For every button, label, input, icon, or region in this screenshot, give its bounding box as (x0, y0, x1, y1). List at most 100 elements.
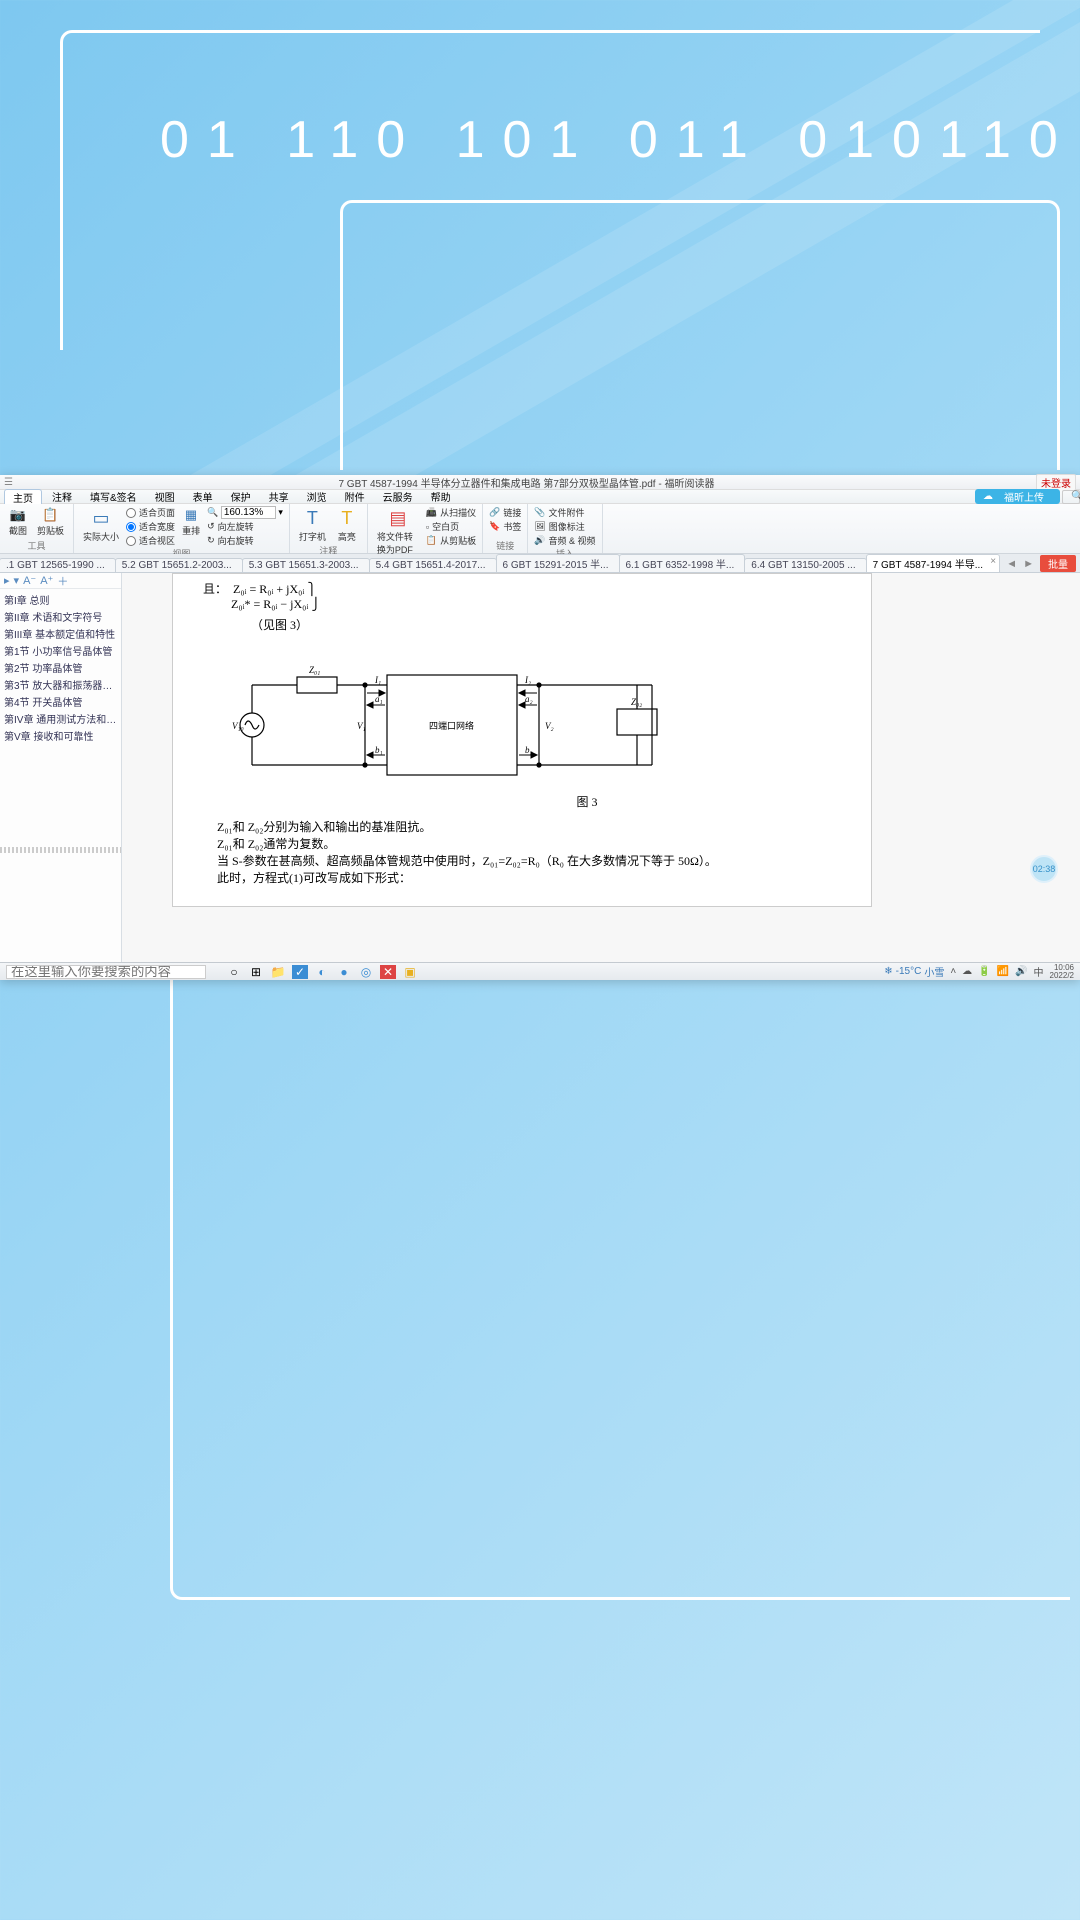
menu-annotate[interactable]: 注释 (44, 489, 80, 504)
doc-tab[interactable]: 6.1 GBT 6352-1998 半... (619, 554, 746, 572)
fit-page-radio[interactable]: 适合页面 (126, 506, 175, 519)
menu-protect[interactable]: 保护 (223, 489, 259, 504)
bm-expand-icon[interactable]: ▸ (4, 574, 10, 587)
weather-widget[interactable]: ❄ -15°C 小雪 (884, 964, 944, 979)
doc-tab[interactable]: 6.4 GBT 13150-2005 ... (744, 558, 866, 572)
rotate-left-button[interactable]: ↺ 向左旋转 (207, 520, 283, 533)
highlight-button[interactable]: T高亮 (333, 506, 361, 544)
tab-nav-right-icon[interactable]: ► (1023, 558, 1034, 570)
taskbar-clock[interactable]: 10:062022/2 (1050, 964, 1074, 980)
highlight-icon: T (336, 507, 358, 529)
zoom-input[interactable] (221, 506, 276, 519)
page-viewport[interactable]: 且： Z₀ᵢ = R₀ᵢ + jX₀ᵢ ⎫ Z₀ᵢ* = R₀ᵢ − jX₀ᵢ … (122, 573, 1080, 963)
pdf-reader-window: ☰ 7 GBT 4587-1994 半导体分立器件和集成电路 第7部分双极型晶体… (0, 475, 1080, 980)
doc-tab[interactable]: 5.4 GBT 15651.4-2017... (369, 558, 497, 572)
menu-home[interactable]: 主页 (4, 489, 42, 505)
menu-help[interactable]: 帮助 (423, 489, 459, 504)
svg-text:I₂: I₂ (524, 675, 531, 685)
explorer-icon[interactable]: 📁 (270, 965, 286, 979)
bookmark-item[interactable]: 第3节 放大器和振荡器用高频功率晶体管 (0, 676, 121, 693)
av-button[interactable]: 🔊 音频 & 视频 (534, 534, 595, 547)
upload-button[interactable]: 福昕上传 (975, 489, 1060, 504)
tray-up-icon[interactable]: ˄ (950, 966, 956, 977)
fit-view-radio[interactable]: 适合视区 (126, 534, 175, 547)
ribbon-group-link: 🔗 链接 🔖 书签 链接 (483, 504, 528, 553)
search-icon[interactable]: 🔍 (1062, 490, 1080, 504)
from-scanner-button[interactable]: 📠 从扫描仪 (426, 506, 476, 519)
blank-page-button[interactable]: ▫ 空白页 (426, 520, 476, 533)
volume-icon[interactable]: 🔊 (1015, 966, 1027, 977)
taskview-icon[interactable]: ⊞ (248, 965, 264, 979)
menu-cloud[interactable]: 云服务 (375, 489, 421, 504)
bookmark-button[interactable]: 🔖 书签 (489, 520, 521, 533)
bookmark-item[interactable]: 第V章 接收和可靠性 (0, 727, 121, 744)
menu-attach[interactable]: 附件 (337, 489, 373, 504)
bm-text-smaller-icon[interactable]: A⁻ (23, 574, 36, 587)
rotate-right-button[interactable]: ↻ 向右旋转 (207, 534, 283, 547)
menu-view[interactable]: 视图 (147, 489, 183, 504)
battery-icon[interactable]: 🔋 (978, 966, 990, 977)
bm-add-icon[interactable]: ＋ (57, 573, 68, 589)
login-status[interactable]: 未登录 (1036, 474, 1076, 491)
svg-text:V₁: V₁ (357, 721, 366, 731)
ribbon-group-view: ▭实际大小 适合页面 适合宽度 适合视区 ▦重排 🔍 ▾ ↺ 向左旋转 ↻ 向右… (74, 504, 290, 553)
bookmark-item[interactable]: 第4节 开关晶体管 (0, 693, 121, 710)
doc-tab-active[interactable]: 7 GBT 4587-1994 半导...× (866, 554, 1000, 572)
bookmark-item[interactable]: 第II章 术语和文字符号 (0, 608, 121, 625)
from-clipboard-button[interactable]: 📋 从剪贴板 (426, 534, 476, 547)
bookmark-item[interactable]: 第2节 功率晶体管 (0, 659, 121, 676)
doc-tab[interactable]: 5.2 GBT 15651.2-2003... (115, 558, 243, 572)
app-menu-icon[interactable]: ☰ (0, 477, 17, 488)
batch-button[interactable]: 批量 (1040, 555, 1076, 572)
system-tray: ❄ -15°C 小雪 ˄ ☁ 🔋 📶 🔊 中 10:062022/2 (878, 964, 1080, 980)
bookmark-item[interactable]: 第I章 总则 (0, 591, 121, 608)
snapshot-button[interactable]: 📷截图 (6, 506, 30, 538)
clipboard-button[interactable]: 📋剪贴板 (34, 506, 67, 538)
doc-tab[interactable]: 5.3 GBT 15651.3-2003... (242, 558, 370, 572)
rearrange-button[interactable]: ▦重排 (179, 506, 203, 538)
svg-text:V₁₀: V₁₀ (232, 721, 244, 731)
taskbar-apps: ○ ⊞ 📁 ✓ ◐ ● ◎ ✕ ▣ (226, 965, 418, 979)
link-button[interactable]: 🔗 链接 (489, 506, 521, 519)
bg-frame-3 (170, 960, 1070, 1600)
menu-bar: 主页 注释 填写&签名 视图 表单 保护 共享 浏览 附件 云服务 帮助 福昕上… (0, 490, 1080, 504)
svg-text:Z₀₂: Z₀₂ (631, 697, 642, 707)
tab-nav-left-icon[interactable]: ◄ (1006, 558, 1017, 570)
svg-text:I₁: I₁ (374, 675, 381, 685)
bookmark-lower-pane (0, 853, 121, 963)
cortana-icon[interactable]: ○ (226, 965, 242, 979)
attach-button[interactable]: 📎 文件附件 (534, 506, 595, 519)
app-icon[interactable]: ◎ (358, 965, 374, 979)
image-note-button[interactable]: 🖼 图像标注 (534, 520, 595, 533)
ime-icon[interactable]: 中 (1034, 964, 1044, 979)
bm-collapse-icon[interactable]: ▾ (14, 574, 20, 587)
bookmark-item[interactable]: 第III章 基本额定值和特性 (0, 625, 121, 642)
menu-browse[interactable]: 浏览 (299, 489, 335, 504)
typewriter-button[interactable]: T打字机 (296, 506, 329, 544)
menu-form[interactable]: 表单 (185, 489, 221, 504)
doc-tab[interactable]: 6 GBT 15291-2015 半... (496, 554, 620, 572)
app-icon[interactable]: ✕ (380, 965, 396, 979)
menu-share[interactable]: 共享 (261, 489, 297, 504)
body-text: Z₀₁和 Z₀₂通常为复数。 (193, 835, 851, 852)
svg-text:Z₀₁: Z₀₁ (309, 665, 320, 675)
bookmark-item[interactable]: 第IV章 通用测试方法和基准测试方法 (0, 710, 121, 727)
cloud-icon[interactable]: ☁ (962, 966, 972, 977)
bm-text-larger-icon[interactable]: A⁺ (40, 574, 53, 587)
app-icon[interactable]: ● (336, 965, 352, 979)
app-icon[interactable]: ✓ (292, 965, 308, 979)
wifi-icon[interactable]: 📶 (997, 966, 1009, 977)
actual-size-button[interactable]: ▭实际大小 (80, 506, 122, 544)
app-icon[interactable]: ▣ (402, 965, 418, 979)
menu-fill-sign[interactable]: 填写&签名 (82, 489, 145, 504)
doc-tab[interactable]: .1 GBT 12565-1990 ... (0, 558, 116, 572)
taskbar-search[interactable] (6, 965, 206, 979)
fit-width-radio[interactable]: 适合宽度 (126, 520, 175, 533)
close-icon[interactable]: × (990, 556, 996, 567)
bg-frame-2 (340, 200, 1060, 470)
eq-lead: 且： (203, 582, 227, 596)
recording-timer[interactable]: 02:38 (1030, 855, 1058, 883)
convert-button[interactable]: ▤将文件转换为PDF (374, 506, 422, 557)
bookmark-item[interactable]: 第1节 小功率信号晶体管 (0, 642, 121, 659)
app-icon[interactable]: ◐ (314, 965, 330, 979)
